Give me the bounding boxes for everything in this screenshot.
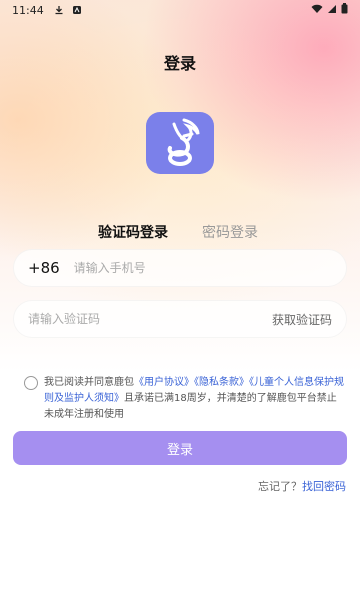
download-icon [54,5,64,15]
verification-code-input[interactable] [28,312,272,326]
notification-icon [72,5,82,15]
battery-icon [341,3,348,17]
status-bar: 11:44 [0,0,360,20]
forgot-password: 忘记了？找回密码 [258,478,346,494]
tab-verification-code-login[interactable]: 验证码登录 [98,222,168,242]
agreement: 我已阅读并同意鹿包《用户协议》《隐私条款》《儿童个人信息保护规则及监护人须知》且… [24,375,344,423]
tab-password-login[interactable]: 密码登录 [202,222,258,242]
status-right [311,3,348,17]
agreement-checkbox[interactable] [24,376,38,390]
login-tabs: 验证码登录 密码登录 [0,222,360,242]
wifi-icon [311,4,323,17]
country-code-selector[interactable]: +86 [28,259,60,277]
user-agreement-link[interactable]: 《用户协议》 [134,377,194,388]
phone-field: +86 [13,249,347,287]
phone-input[interactable] [73,261,332,275]
status-time: 11:44 [12,3,44,17]
agreement-prefix: 我已阅读并同意鹿包 [44,377,134,388]
signal-icon [327,4,337,17]
login-button[interactable]: 登录 [13,431,347,465]
privacy-policy-link[interactable]: 《隐私条款》 [194,377,249,388]
app-logo [146,112,214,174]
get-code-button[interactable]: 获取验证码 [272,311,332,328]
verification-code-field: 获取验证码 [13,300,347,338]
page-title: 登录 [163,54,196,73]
recover-password-link[interactable]: 找回密码 [302,480,346,493]
deer-logo-icon [167,118,200,166]
forgot-prompt: 忘记了？ [258,480,302,493]
agreement-text: 我已阅读并同意鹿包《用户协议》《隐私条款》《儿童个人信息保护规则及监护人须知》且… [24,375,344,423]
